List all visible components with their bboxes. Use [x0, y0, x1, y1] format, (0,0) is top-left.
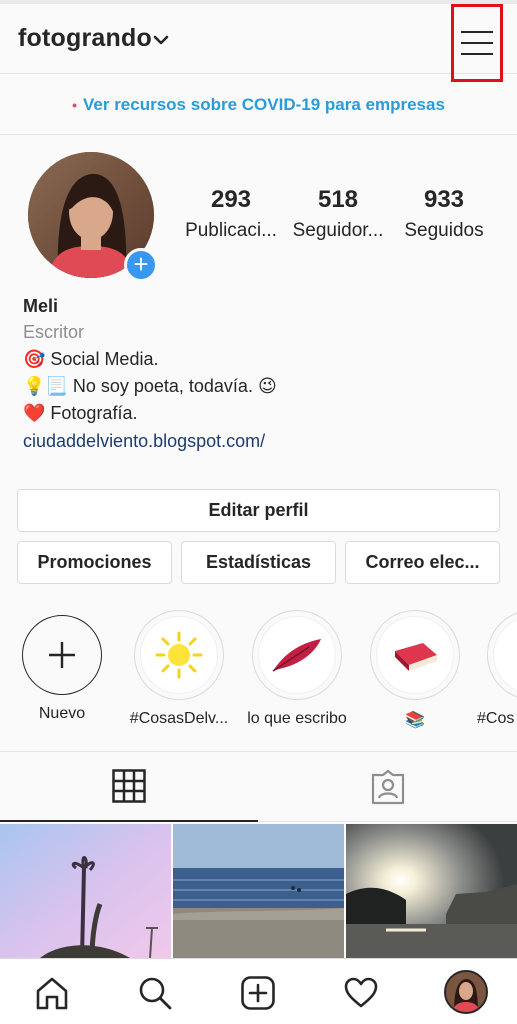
stat-following-count: 933 — [423, 186, 465, 213]
highlight-cover — [493, 616, 517, 694]
plus-icon — [22, 615, 102, 695]
stat-followers-count: 518 — [317, 186, 359, 213]
highlight-label: 📚 — [405, 712, 425, 729]
highlight-new[interactable]: Nuevo — [2, 610, 122, 723]
hamburger-menu-icon[interactable] — [451, 4, 503, 82]
profile-bio: Meli Escritor 🎯 Social Media. 💡📃 No soy … — [23, 293, 493, 455]
stat-followers-label: Seguidor... — [292, 220, 384, 241]
highlight-label: #CosasDelv... — [129, 710, 229, 727]
stat-posts-count: 293 — [210, 186, 252, 213]
stat-posts-label: Publicaci... — [185, 220, 277, 241]
heart-icon[interactable] — [341, 973, 381, 1013]
promotions-button[interactable]: Promociones — [17, 541, 172, 584]
covid-resources-banner[interactable]: • Ver recursos sobre COVID-19 para empre… — [0, 75, 517, 135]
account-username[interactable]: fotogrando — [18, 24, 152, 53]
highlight-label: #Cos — [477, 710, 515, 727]
highlight-item[interactable]: lo que escribo — [237, 610, 357, 728]
stat-following-label: Seguidos — [404, 220, 484, 241]
banner-dot: • — [72, 96, 77, 113]
profile-avatar[interactable] — [444, 970, 488, 1014]
post-thumbnail[interactable] — [173, 824, 344, 958]
edit-profile-button[interactable]: Editar perfil — [17, 489, 500, 532]
add-post-icon[interactable] — [238, 973, 278, 1013]
search-icon[interactable] — [135, 973, 175, 1013]
bottom-navigation — [0, 958, 517, 1024]
stat-following[interactable]: 933 Seguidos — [400, 186, 488, 242]
highlight-label: Nuevo — [38, 705, 86, 722]
feather-icon — [258, 616, 336, 694]
bio-line: 💡📃 No soy poeta, todavía. 😉 — [23, 376, 277, 396]
stat-posts[interactable]: 293 Publicaci... — [182, 186, 280, 242]
stat-followers[interactable]: 518 Seguidor... — [290, 186, 386, 242]
top-bar: fotogrando — [0, 4, 517, 82]
banner-text: Ver recursos sobre COVID-19 para empresa… — [83, 94, 445, 114]
book-icon — [376, 616, 454, 694]
bio-line: 🎯 Social Media. — [23, 349, 159, 369]
highlight-item[interactable]: 📚 — [355, 610, 475, 730]
tab-grid[interactable] — [0, 752, 258, 822]
grid-icon — [112, 769, 146, 803]
home-icon[interactable] — [32, 973, 72, 1013]
highlight-item[interactable]: #Cos — [473, 610, 517, 728]
profile-category: Escritor — [23, 322, 85, 342]
profile-website-link[interactable]: ciudaddelviento.blogspot.com/ — [23, 427, 493, 455]
statistics-button[interactable]: Estadísticas — [181, 541, 336, 584]
post-thumbnail[interactable] — [346, 824, 517, 958]
tagged-user-icon — [371, 769, 405, 804]
post-thumbnail[interactable] — [0, 824, 171, 958]
highlight-item[interactable]: #CosasDelv... — [119, 610, 239, 728]
profile-name: Meli — [23, 296, 59, 316]
sun-icon — [140, 616, 218, 694]
highlight-label: lo que escribo — [247, 710, 347, 727]
add-story-button[interactable]: + — [124, 248, 158, 282]
email-button[interactable]: Correo elec... — [345, 541, 500, 584]
tab-tagged[interactable] — [259, 752, 517, 822]
profile-tabs — [0, 751, 517, 822]
bio-line: ❤️ Fotografía. — [23, 403, 138, 423]
chevron-down-icon[interactable] — [153, 34, 169, 46]
